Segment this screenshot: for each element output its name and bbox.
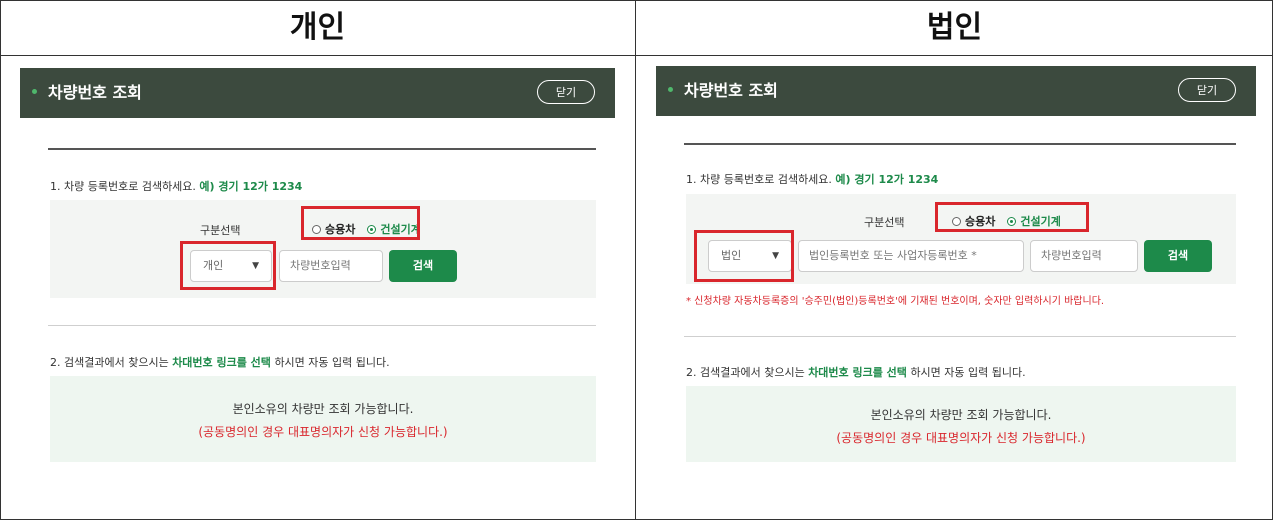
chevron-down-icon: ▼ — [252, 261, 259, 271]
info-line1: 본인소유의 차량만 조회 가능합니다. — [870, 408, 1052, 422]
corporate-number-input[interactable]: 법인등록번호 또는 사업자등록번호 * — [798, 240, 1024, 272]
step2-instruction: 2. 검색결과에서 찾으시는 차대번호 링크를 선택 하시면 자동 입력 됩니다… — [686, 364, 1026, 380]
plate-number-input[interactable]: 차량번호입력 — [279, 250, 383, 282]
step2-prefix: 2. 검색결과에서 찾으시는 — [50, 356, 169, 369]
owner-type-value: 개인 — [203, 259, 224, 272]
owner-type-select[interactable]: 개인 ▼ — [190, 250, 272, 282]
panel-header: 차량번호 조회 닫기 — [20, 68, 615, 118]
plate-number-input[interactable]: 차량번호입력 — [1030, 240, 1138, 272]
info-notice: 본인소유의 차량만 조회 가능합니다. (공동명의인 경우 대표명의자가 신청 … — [686, 386, 1236, 462]
column-title-individual: 개인 — [289, 10, 346, 45]
step2-instruction: 2. 검색결과에서 찾으시는 차대번호 링크를 선택 하시면 자동 입력 됩니다… — [50, 354, 390, 370]
input-warning: * 신청차량 자동차등록증의 '승주민(법인)등록번호'에 기재된 번호이며, … — [686, 296, 1105, 307]
radio-passenger[interactable] — [312, 224, 321, 234]
radio-passenger[interactable] — [952, 216, 961, 226]
search-box: 구분선택 승용차 건설기계 개인 ▼ 차량번호입력 검색 — [50, 200, 596, 298]
step2-link-hint: 차대번호 링크를 선택 — [808, 366, 907, 379]
search-box: 구분선택 승용차 건설기계 법인 ▼ 법인등록번호 또는 사업자등록번호 * 차… — [686, 194, 1236, 284]
info-line1: 본인소유의 차량만 조회 가능합니다. — [232, 402, 414, 416]
radio-passenger-label[interactable]: 승용차 — [965, 213, 995, 229]
vehicle-lookup-panel-individual: 차량번호 조회 닫기 1. 차량 등록번호로 검색하세요. 예) 경기 12가 … — [20, 68, 615, 515]
section-rule-thin — [684, 336, 1236, 337]
step1-instruction: 1. 차량 등록번호로 검색하세요. 예) 경기 12가 1234 — [50, 178, 302, 194]
radio-construction[interactable] — [367, 224, 377, 234]
step1-example: 예) 경기 12가 1234 — [835, 173, 939, 186]
step2-link-hint: 차대번호 링크를 선택 — [172, 356, 271, 369]
segment-label: 구분선택 — [864, 216, 905, 229]
owner-type-value: 법인 — [721, 249, 742, 262]
step2-suffix: 하시면 자동 입력 됩니다. — [910, 366, 1026, 379]
info-line2: (공동명의인 경우 대표명의자가 신청 가능합니다.) — [198, 425, 448, 439]
section-rule — [48, 148, 596, 150]
step1-instruction: 1. 차량 등록번호로 검색하세요. 예) 경기 12가 1234 — [686, 171, 938, 187]
radio-passenger-label[interactable]: 승용차 — [325, 221, 355, 237]
section-rule — [684, 143, 1236, 145]
radio-construction[interactable] — [1007, 216, 1017, 226]
info-notice: 본인소유의 차량만 조회 가능합니다. (공동명의인 경우 대표명의자가 신청 … — [50, 376, 596, 462]
step2-suffix: 하시면 자동 입력 됩니다. — [274, 356, 390, 369]
bullet-dot-icon — [668, 87, 673, 92]
step1-text: 1. 차량 등록번호로 검색하세요. — [686, 173, 832, 186]
radio-construction-label[interactable]: 건설기계 — [1020, 213, 1060, 229]
segment-label: 구분선택 — [200, 224, 241, 237]
column-title-corporate: 법인 — [926, 10, 983, 45]
header-row-divider — [0, 55, 1273, 56]
chevron-down-icon: ▼ — [772, 251, 779, 261]
info-line2: (공동명의인 경우 대표명의자가 신청 가능합니다.) — [836, 431, 1086, 445]
close-button[interactable]: 닫기 — [1178, 78, 1236, 102]
vehicle-type-radio-group: 승용차 건설기계 — [952, 213, 1069, 229]
vehicle-lookup-panel-corporate: 차량번호 조회 닫기 1. 차량 등록번호로 검색하세요. 예) 경기 12가 … — [656, 66, 1256, 515]
section-rule-thin — [48, 325, 596, 326]
radio-construction-label[interactable]: 건설기계 — [380, 221, 420, 237]
panel-title: 차량번호 조회 — [48, 83, 142, 102]
search-button[interactable]: 검색 — [1144, 240, 1212, 272]
owner-type-select[interactable]: 법인 ▼ — [708, 240, 792, 272]
panel-header: 차량번호 조회 닫기 — [656, 66, 1256, 116]
close-button[interactable]: 닫기 — [537, 80, 595, 104]
vehicle-type-radio-group: 승용차 건설기계 — [312, 221, 429, 237]
step2-prefix: 2. 검색결과에서 찾으시는 — [686, 366, 805, 379]
bullet-dot-icon — [32, 89, 37, 94]
step1-example: 예) 경기 12가 1234 — [199, 180, 303, 193]
column-divider — [635, 0, 636, 520]
step1-text: 1. 차량 등록번호로 검색하세요. — [50, 180, 196, 193]
search-button[interactable]: 검색 — [389, 250, 457, 282]
panel-title: 차량번호 조회 — [684, 81, 778, 100]
